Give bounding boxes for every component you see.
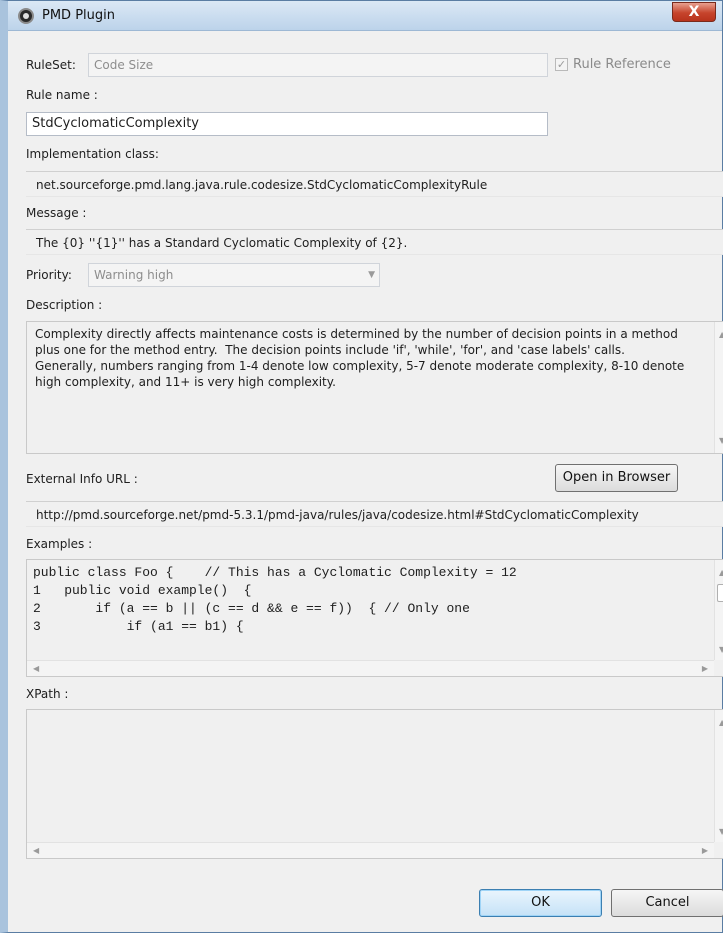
scroll-up-icon[interactable]: ▲ — [719, 568, 723, 577]
ok-button[interactable]: OK — [479, 889, 602, 917]
priority-value: Warning high — [94, 268, 174, 282]
examples-label: Examples : — [26, 537, 93, 551]
scroll-left-icon[interactable]: ◀ — [33, 846, 39, 855]
scroll-down-icon[interactable]: ▼ — [719, 827, 723, 836]
open-in-browser-button[interactable]: Open in Browser — [555, 464, 678, 492]
message-field: The {0} ''{1}'' has a Standard Cyclomati… — [26, 229, 723, 255]
scroll-down-icon[interactable]: ▼ — [719, 645, 723, 654]
cancel-button[interactable]: Cancel — [611, 889, 723, 917]
examples-vscroll[interactable]: ▲ ▼ — [714, 560, 723, 660]
close-button[interactable]: X — [672, 2, 716, 22]
rule-name-input[interactable]: StdCyclomaticComplexity — [26, 112, 548, 136]
pmd-plugin-icon — [18, 8, 34, 24]
message-label: Message : — [26, 206, 87, 220]
rule-name-label: Rule name : — [26, 88, 98, 102]
priority-label: Priority: — [26, 268, 72, 282]
implementation-class-label: Implementation class: — [26, 147, 159, 161]
rule-reference-label: Rule Reference — [573, 57, 671, 72]
examples-hscroll[interactable]: ◀ ▶ — [27, 660, 714, 676]
xpath-hscroll[interactable]: ◀ ▶ — [27, 842, 714, 858]
implementation-class-field: net.sourceforge.pmd.lang.java.rule.codes… — [26, 171, 723, 197]
examples-code: public class Foo { // This has a Cycloma… — [33, 565, 517, 634]
scroll-up-icon[interactable]: ▲ — [719, 330, 723, 339]
description-textarea[interactable]: Complexity directly affects maintenance … — [26, 321, 723, 454]
scroll-right-icon[interactable]: ▶ — [702, 846, 708, 855]
check-icon: ✓ — [556, 58, 567, 71]
scroll-right-icon[interactable]: ▶ — [702, 664, 708, 673]
description-vscroll[interactable]: ▲ ▼ — [714, 322, 723, 453]
title-bar[interactable]: PMD Plugin X — [8, 1, 722, 31]
examples-textarea[interactable]: public class Foo { // This has a Cycloma… — [26, 559, 723, 677]
xpath-text — [27, 710, 723, 718]
ruleset-label: RuleSet: — [26, 58, 76, 72]
xpath-vscroll[interactable]: ▲ ▼ — [714, 710, 723, 842]
pmd-plugin-dialog: PMD Plugin X RuleSet: Code Size ✓ Rule R… — [0, 0, 723, 933]
xpath-label: XPath : — [26, 687, 69, 701]
description-label: Description : — [26, 298, 103, 312]
scroll-left-icon[interactable]: ◀ — [33, 664, 39, 673]
window-title: PMD Plugin — [42, 8, 115, 23]
external-info-url-field: http://pmd.sourceforge.net/pmd-5.3.1/pmd… — [26, 501, 723, 527]
rule-reference-checkbox[interactable]: ✓ — [555, 58, 568, 71]
scroll-down-icon[interactable]: ▼ — [719, 436, 723, 445]
xpath-textarea[interactable]: ▲ ▼ ◀ ▶ — [26, 709, 723, 859]
scroll-up-icon[interactable]: ▲ — [719, 718, 723, 727]
description-text: Complexity directly affects maintenance … — [35, 327, 685, 389]
chevron-down-icon: ▼ — [368, 270, 375, 280]
ruleset-field: Code Size — [88, 53, 548, 77]
scroll-thumb[interactable] — [717, 584, 723, 602]
priority-combo: Warning high ▼ — [88, 263, 380, 287]
external-info-url-label: External Info URL : — [26, 472, 138, 486]
